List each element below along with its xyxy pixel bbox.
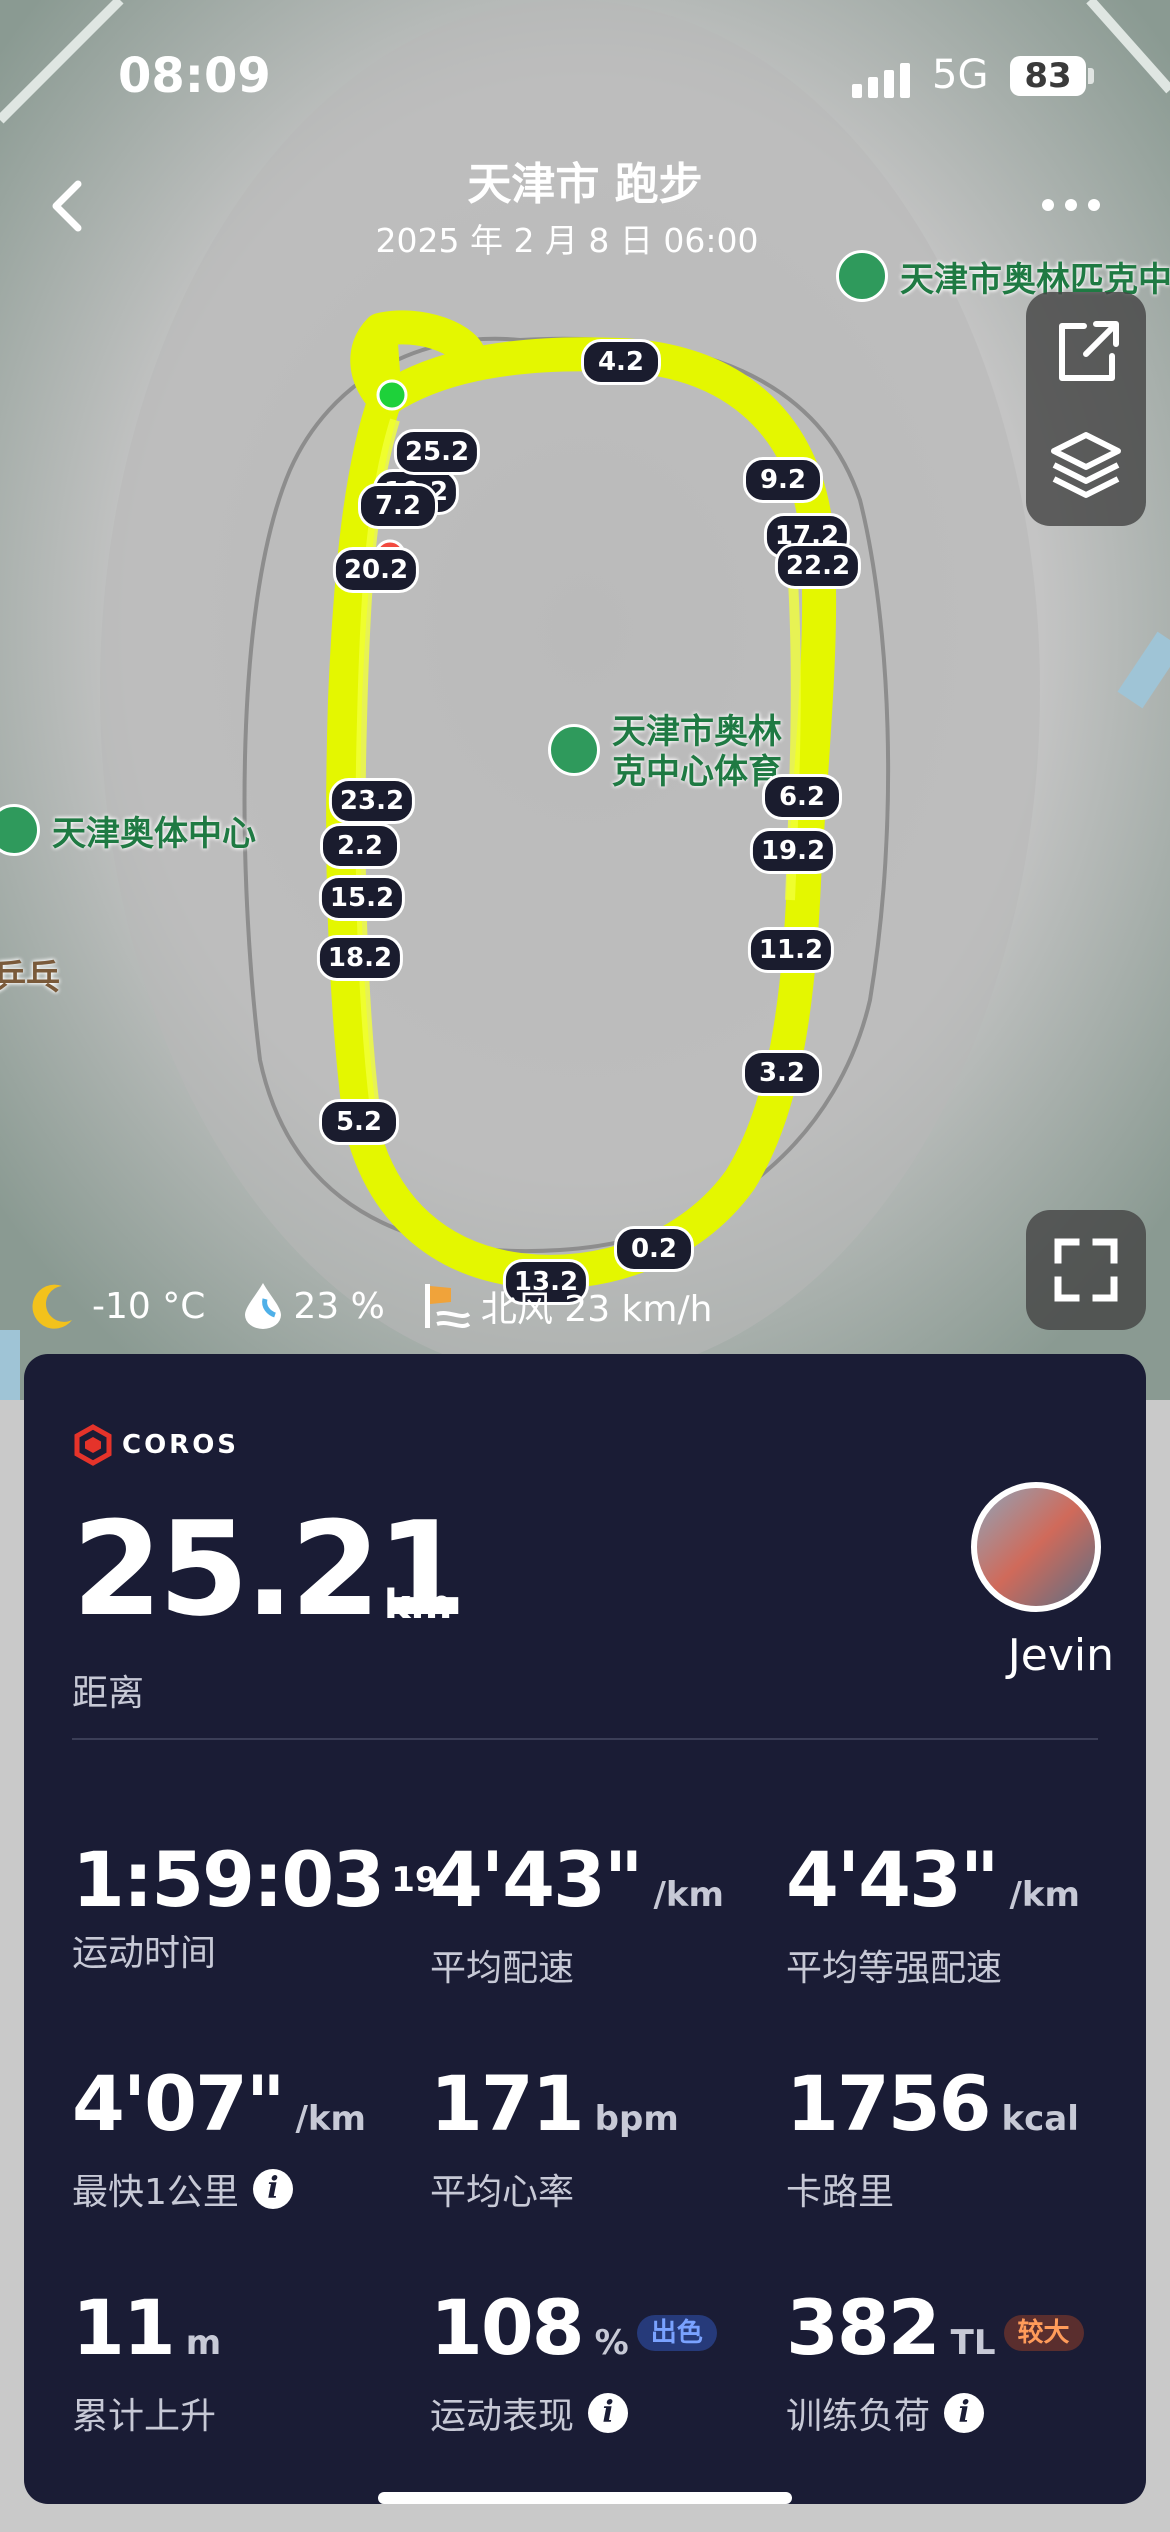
km-marker: 18.2	[316, 935, 404, 981]
username[interactable]: Jevin	[924, 1630, 1114, 1681]
fullscreen-icon	[1054, 1238, 1118, 1302]
fullscreen-button[interactable]	[1026, 1210, 1146, 1330]
brand-name: COROS	[122, 1430, 240, 1460]
divider	[72, 1738, 1098, 1740]
poi-label: 天津市奥林 克中心体育	[612, 712, 782, 792]
distance-label: 距离	[72, 1673, 145, 1714]
battery-tip	[1088, 68, 1094, 84]
stat-training-load: 382 TL 较大 训练负荷 i	[786, 2288, 1126, 2439]
stat-label: 平均心率	[430, 2172, 575, 2213]
network-type: 5G	[932, 52, 989, 98]
info-icon[interactable]: i	[588, 2393, 629, 2433]
layers-icon	[1051, 432, 1121, 498]
stat-value: 1756	[786, 2059, 992, 2148]
stat-unit: TL	[950, 2323, 996, 2363]
page-title: 天津市 跑步	[467, 159, 703, 210]
activity-datetime: 2025 年 2 月 8 日 06:00	[375, 221, 759, 260]
stat-unit: kcal	[1001, 2099, 1079, 2139]
stat-unit: /km	[1009, 1875, 1080, 1915]
avatar[interactable]	[971, 1482, 1101, 1612]
km-marker: 15.2	[318, 875, 406, 921]
km-marker: 3.2	[742, 1050, 822, 1096]
stat-label: 训练负荷	[786, 2396, 931, 2437]
stat-value: 4'07"	[72, 2059, 286, 2148]
poi-label: 乒乓	[0, 958, 60, 998]
stat-label: 平均配速	[430, 1948, 575, 1989]
km-marker: 19.2	[749, 828, 837, 874]
temperature: -10 °C	[92, 1285, 206, 1327]
more-button[interactable]	[1036, 180, 1106, 230]
stat-avg-pace: 4'43"/km 平均配速	[430, 1840, 770, 1991]
moon-icon	[32, 1284, 72, 1329]
status-bar: 08:09 5G 83	[0, 0, 1170, 150]
km-marker: 23.2	[328, 778, 416, 824]
stat-label: 运动时间	[72, 1933, 217, 1974]
distance-unit: km	[384, 1582, 453, 1628]
stat-calories: 1756 kcal 卡路里	[786, 2064, 1126, 2215]
humidity: 23 %	[293, 1285, 385, 1327]
coros-logo	[74, 1424, 112, 1466]
stat-value: 171	[430, 2059, 585, 2148]
stat-value: 108	[430, 2283, 585, 2372]
stat-value: 1:59:03	[72, 1835, 385, 1924]
stat-value: 4'43"	[430, 1835, 644, 1924]
start-point-icon	[376, 379, 408, 411]
brand: COROS	[72, 1424, 239, 1466]
training-load-badge: 较大	[1003, 2315, 1084, 2351]
stat-value: 382	[786, 2283, 941, 2372]
poi-icon	[0, 804, 40, 856]
poi-olympic-stadium[interactable]: 天津市奥林 克中心体育	[548, 712, 782, 792]
km-marker: 0.2	[614, 1226, 694, 1272]
stadium-icon	[548, 724, 600, 776]
stat-fastest-km: 4'07"/km 最快1公里 i	[72, 2064, 412, 2215]
layers-button[interactable]	[1026, 409, 1146, 526]
performance-badge: 出色	[636, 2315, 717, 2351]
status-time: 08:09	[118, 48, 271, 104]
wind-icon	[424, 1284, 471, 1328]
more-icon	[1042, 199, 1100, 211]
stat-performance: 108% 出色 运动表现 i	[430, 2288, 770, 2439]
poi-pingpong[interactable]: 乒乓	[0, 950, 60, 999]
km-marker: 7.2	[358, 483, 438, 529]
share-button[interactable]	[1026, 292, 1146, 409]
stat-label: 运动表现	[430, 2396, 575, 2437]
stat-value: 11	[72, 2283, 176, 2372]
signal-icon	[852, 63, 910, 98]
stat-label: 平均等强配速	[786, 1948, 1003, 1989]
stat-grade-pace: 4'43"/km 平均等强配速	[786, 1840, 1126, 1991]
stat-avg-heart-rate: 171 bpm 平均心率	[430, 2064, 770, 2215]
stat-elevation-gain: 11 m 累计上升	[72, 2288, 412, 2439]
stat-label: 累计上升	[72, 2396, 217, 2437]
stat-unit: /km	[295, 2099, 366, 2139]
wind: 北风 23 km/h	[480, 1289, 713, 1330]
humidity-icon	[245, 1283, 282, 1329]
weather-bar: -10 °C 23 % 北风 23 km/h	[24, 1278, 728, 1334]
home-indicator[interactable]	[378, 2492, 792, 2504]
km-marker: 5.2	[319, 1099, 399, 1145]
info-icon[interactable]: i	[944, 2393, 985, 2433]
km-marker: 11.2	[747, 927, 835, 973]
stat-value: 4'43"	[786, 1835, 1000, 1924]
poi-label: 天津奥体中心	[52, 813, 256, 854]
km-marker: 22.2	[774, 543, 862, 589]
stat-unit: %	[594, 2323, 629, 2363]
km-marker: 6.2	[762, 774, 842, 820]
stat-unit: /km	[653, 1875, 724, 1915]
km-marker: 20.2	[332, 547, 420, 593]
stat-unit: m	[185, 2323, 222, 2363]
share-icon	[1059, 321, 1119, 381]
stat-label: 最快1公里	[72, 2172, 239, 2213]
km-marker: 2.2	[320, 823, 400, 869]
stat-label: 卡路里	[786, 2172, 895, 2213]
stat-duration: 1:59:03 19 运动时间	[72, 1840, 439, 1976]
km-marker: 4.2	[581, 339, 661, 385]
poi-olympic-sports-center[interactable]: 天津奥体中心	[0, 804, 256, 856]
map-tools-panel	[1026, 292, 1146, 526]
activity-summary-card: COROS 25.21 km 距离 Jevin 1:59:03 19 运动时间 4…	[24, 1354, 1146, 2504]
battery-icon: 83	[1010, 56, 1086, 96]
km-marker: 25.2	[393, 429, 481, 475]
info-icon[interactable]: i	[252, 2169, 293, 2209]
km-marker: 9.2	[743, 457, 823, 503]
stat-unit: bpm	[594, 2099, 679, 2139]
